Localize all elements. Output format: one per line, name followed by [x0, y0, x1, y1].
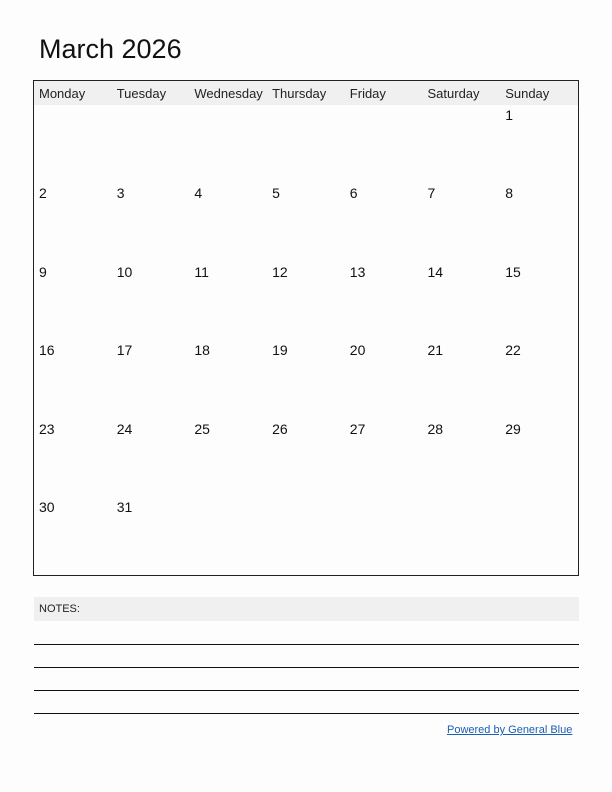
day-cell-22: 22 [505, 342, 521, 359]
day-cell-25: 25 [194, 420, 210, 437]
weekday-wednesday: Wednesday [194, 86, 263, 101]
day-cell-21: 21 [427, 342, 444, 359]
day-cell-10: 10 [116, 263, 133, 280]
day-cell-17: 17 [116, 342, 133, 359]
day-cell-31: 31 [116, 499, 133, 515]
day-cell-3: 3 [116, 185, 125, 202]
note-line [34, 644, 579, 645]
day-cell-16: 16 [39, 342, 55, 359]
day-cell-8: 8 [505, 185, 513, 202]
weekday-saturday: Saturday [427, 86, 480, 101]
notes-label: NOTES: [39, 603, 80, 615]
weekday-monday: Monday [39, 86, 86, 101]
notes-header: NOTES: [34, 597, 579, 621]
day-cell-7: 7 [427, 185, 436, 202]
day-cell-24: 24 [116, 420, 133, 437]
day-cell-23: 23 [39, 420, 55, 437]
day-cell-29: 29 [505, 420, 521, 437]
note-line [34, 713, 579, 714]
day-cell-19: 19 [272, 342, 288, 359]
weekday-tuesday: Tuesday [116, 86, 167, 101]
page-title: March 2026 [39, 34, 182, 64]
day-cell-9: 9 [39, 263, 47, 280]
day-cell-20: 20 [349, 342, 366, 359]
day-cell-4: 4 [194, 185, 203, 202]
day-cell-1: 1 [505, 107, 513, 123]
note-line [34, 667, 579, 668]
day-cell-18: 18 [194, 342, 210, 359]
day-cell-6: 6 [349, 185, 358, 202]
day-cell-2: 2 [39, 185, 47, 202]
day-cell-27: 27 [349, 420, 366, 437]
note-line [34, 690, 579, 691]
weekday-friday: Friday [349, 86, 386, 101]
calendar-grid: Monday Tuesday Wednesday Thursday Friday Satu… [33, 80, 579, 576]
day-cell-13: 13 [349, 263, 366, 280]
weekday-thursday: Thursday [272, 86, 327, 101]
day-cell-26: 26 [272, 420, 288, 437]
day-cell-12: 12 [272, 263, 288, 280]
day-cell-14: 14 [427, 263, 444, 280]
day-cell-11: 11 [194, 263, 209, 280]
weekday-header-row: Monday Tuesday Wednesday Thursday Friday Satu… [34, 81, 578, 105]
day-cell-5: 5 [272, 185, 280, 202]
powered-by-link[interactable]: Powered by General Blue [447, 724, 572, 736]
day-cell-15: 15 [505, 263, 521, 280]
day-cell-28: 28 [427, 420, 444, 437]
weekday-sunday: Sunday [505, 86, 550, 101]
day-cell-30: 30 [39, 499, 55, 515]
